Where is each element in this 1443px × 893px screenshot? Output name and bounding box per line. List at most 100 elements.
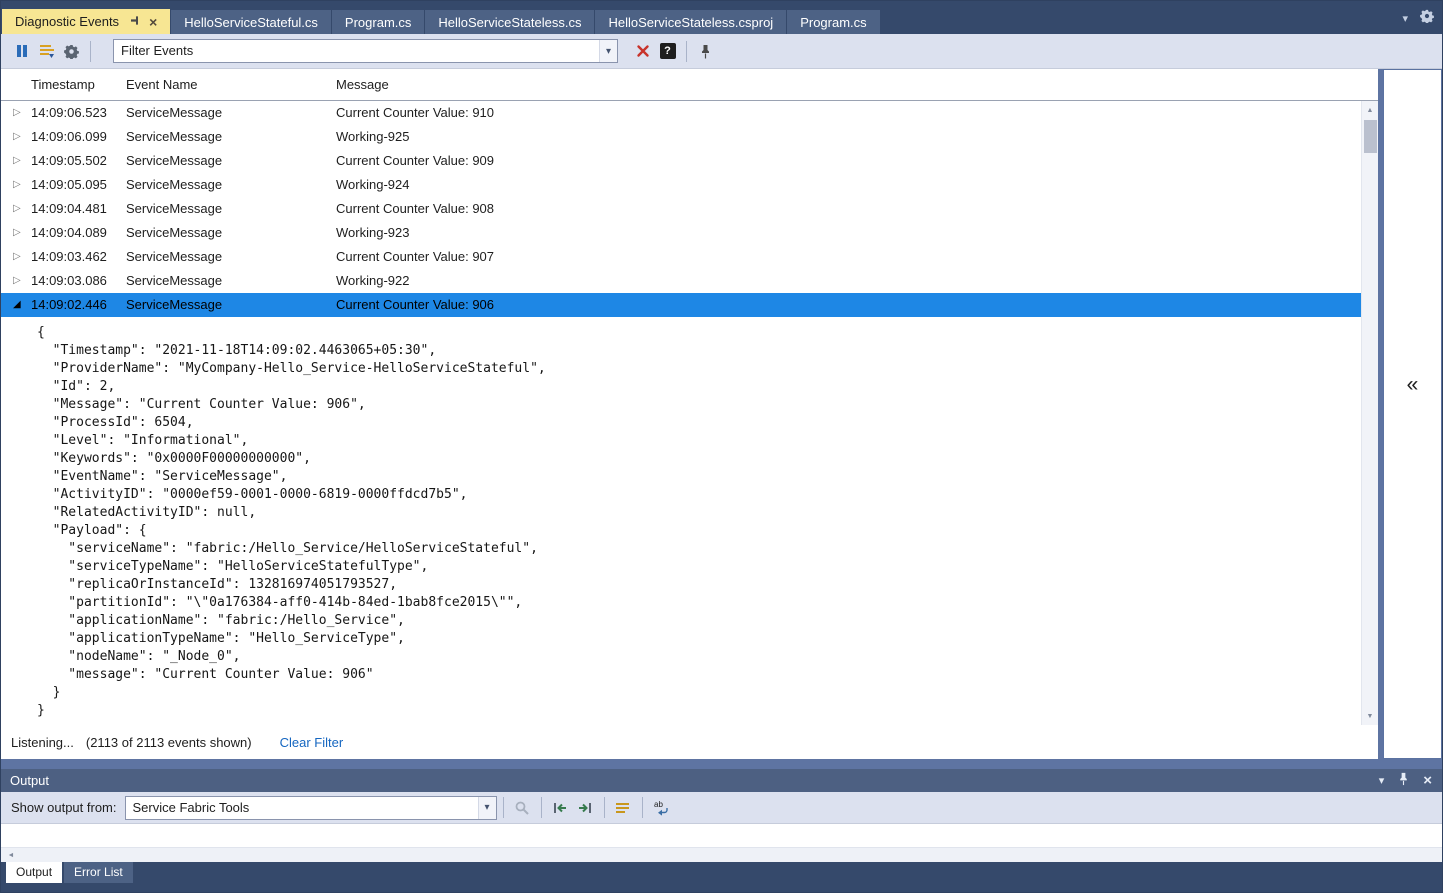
event-message: Working-925 <box>336 125 409 149</box>
event-name: ServiceMessage <box>126 269 222 293</box>
tab-list-chevron-icon[interactable]: ▾ <box>1402 12 1408 25</box>
event-row[interactable]: ▷ ◢ 14:09:04.481 ServiceMessage Current … <box>1 197 1361 221</box>
event-detail-json-line: "applicationName": "fabric:/Hello_Servic… <box>37 612 1361 630</box>
event-row[interactable]: ▷ ◢ 14:09:02.446 ServiceMessage Current … <box>1 293 1361 317</box>
row-expander[interactable]: ▷ ◢ <box>13 173 21 197</box>
row-expander[interactable]: ▷ ◢ <box>13 221 21 245</box>
event-name: ServiceMessage <box>126 173 222 197</box>
scroll-down-button[interactable]: ▼ <box>1362 708 1378 724</box>
find-message-button[interactable] <box>510 795 535 820</box>
visual-studio-window: Diagnostic Events × HelloServiceStateful… <box>0 0 1443 893</box>
panel-tab[interactable]: Error List <box>64 862 133 883</box>
row-expander[interactable]: ▷ ◢ <box>13 245 21 269</box>
clear-events-button[interactable] <box>34 39 59 64</box>
event-message: Current Counter Value: 908 <box>336 197 494 221</box>
row-expander[interactable]: ▷ ◢ <box>13 269 21 293</box>
column-header-message[interactable]: Message <box>336 69 389 101</box>
expander-collapsed-icon: ▷ <box>13 275 21 286</box>
document-tab[interactable]: HelloServiceStateless.csproj <box>595 10 786 34</box>
clear-filter-button[interactable] <box>630 39 655 64</box>
window-position-chevron-icon[interactable]: ▾ <box>1379 774 1385 787</box>
events-vertical-scrollbar[interactable]: ▲ ▼ <box>1361 101 1378 725</box>
event-row[interactable]: ▷ ◢ 14:09:03.462 ServiceMessage Current … <box>1 245 1361 269</box>
event-message: Current Counter Value: 910 <box>336 101 494 125</box>
output-source-dropdown-button[interactable]: ▾ <box>478 797 496 819</box>
collapsed-side-panel: « <box>1383 69 1442 759</box>
filter-dropdown-button[interactable]: ▾ <box>599 40 617 62</box>
event-detail-json-line: { <box>37 324 1361 342</box>
document-tab[interactable]: Diagnostic Events × <box>2 9 170 34</box>
scrollbar-thumb[interactable] <box>1364 120 1377 153</box>
diagnostic-events-toolbar: Filter Events ▾ ? <box>1 34 1442 69</box>
events-list: ▷ ◢ 14:09:06.523 ServiceMessage Current … <box>1 101 1361 317</box>
settings-button[interactable] <box>59 39 84 64</box>
output-source-combobox[interactable]: Service Fabric Tools ▾ <box>125 796 497 820</box>
document-tab[interactable]: Program.cs <box>787 10 879 34</box>
event-detail-json-line: "replicaOrInstanceId": 13281697405179352… <box>37 576 1361 594</box>
close-tab-icon[interactable]: × <box>149 15 157 29</box>
clear-filter-link[interactable]: Clear Filter <box>280 735 344 750</box>
gear-icon <box>64 44 79 59</box>
auto-hide-pin-icon[interactable] <box>1398 772 1409 789</box>
output-source-value[interactable]: Service Fabric Tools <box>126 797 478 819</box>
expander-collapsed-icon: ▷ <box>13 131 21 142</box>
previous-message-icon <box>552 800 568 816</box>
toggle-word-wrap-button[interactable]: ab <box>649 795 674 820</box>
next-message-button[interactable] <box>573 795 598 820</box>
event-timestamp: 14:09:06.523 <box>31 101 107 125</box>
event-row[interactable]: ▷ ◢ 14:09:03.086 ServiceMessage Working-… <box>1 269 1361 293</box>
event-timestamp: 14:09:03.086 <box>31 269 107 293</box>
document-tab[interactable]: HelloServiceStateless.cs <box>425 10 594 34</box>
pin-tab-icon[interactable] <box>129 14 142 30</box>
row-expander[interactable]: ▷ ◢ <box>13 293 21 317</box>
event-row[interactable]: ▷ ◢ 14:09:05.095 ServiceMessage Working-… <box>1 173 1361 197</box>
scroll-up-button[interactable]: ▲ <box>1362 102 1378 118</box>
show-output-from-label: Show output from: <box>11 800 117 815</box>
horizontal-splitter[interactable] <box>1 759 1442 769</box>
event-detail-json-line: "nodeName": "_Node_0", <box>37 648 1361 666</box>
output-panel-title: Output <box>10 769 49 792</box>
output-title-bar[interactable]: Output ▾ × <box>1 769 1442 792</box>
help-button[interactable]: ? <box>655 39 680 64</box>
row-expander[interactable]: ▷ ◢ <box>13 197 21 221</box>
scroll-left-button[interactable]: ◄ <box>3 848 19 862</box>
row-expander[interactable]: ▷ ◢ <box>13 101 21 125</box>
chevron-down-icon: ▾ <box>484 802 489 813</box>
previous-message-button[interactable] <box>548 795 573 820</box>
clear-all-output-button[interactable] <box>611 795 636 820</box>
panel-tab-label: Output <box>16 865 52 879</box>
document-tab[interactable]: HelloServiceStateful.cs <box>171 10 331 34</box>
event-row[interactable]: ▷ ◢ 14:09:04.089 ServiceMessage Working-… <box>1 221 1361 245</box>
event-name: ServiceMessage <box>126 293 222 317</box>
output-panel: Output ▾ × Show output from: Service Fab… <box>1 769 1442 862</box>
document-tab-label: Program.cs <box>800 15 866 30</box>
filter-events-value[interactable]: Filter Events <box>114 40 599 62</box>
column-header-event-name[interactable]: Event Name <box>126 69 198 101</box>
output-horizontal-scrollbar[interactable]: ◄ <box>1 847 1442 862</box>
event-row[interactable]: ▷ ◢ 14:09:05.502 ServiceMessage Current … <box>1 149 1361 173</box>
row-expander[interactable]: ▷ ◢ <box>13 149 21 173</box>
pause-button[interactable] <box>9 39 34 64</box>
event-detail-json: { "Timestamp": "2021-11-18T14:09:02.4463… <box>1 317 1361 725</box>
event-timestamp: 14:09:05.095 <box>31 173 107 197</box>
row-expander[interactable]: ▷ ◢ <box>13 125 21 149</box>
filter-events-combobox[interactable]: Filter Events ▾ <box>113 39 618 63</box>
toolbar-separator <box>90 41 91 62</box>
gear-icon[interactable] <box>1420 9 1434 28</box>
output-content[interactable] <box>1 824 1442 847</box>
expander-collapsed-icon: ▷ <box>13 179 21 190</box>
word-wrap-icon: ab <box>653 800 670 816</box>
expand-panel-button[interactable]: « <box>1407 373 1419 397</box>
event-row[interactable]: ▷ ◢ 14:09:06.523 ServiceMessage Current … <box>1 101 1361 125</box>
events-table-header: Timestamp Event Name Message <box>1 69 1378 101</box>
event-message: Current Counter Value: 906 <box>336 293 494 317</box>
clear-events-icon <box>39 43 55 59</box>
event-name: ServiceMessage <box>126 125 222 149</box>
close-panel-icon[interactable]: × <box>1423 773 1432 788</box>
panel-tab[interactable]: Output <box>6 862 62 883</box>
event-detail-json-line: "ActivityID": "0000ef59-0001-0000-6819-0… <box>37 486 1361 504</box>
column-header-timestamp[interactable]: Timestamp <box>31 69 95 101</box>
event-row[interactable]: ▷ ◢ 14:09:06.099 ServiceMessage Working-… <box>1 125 1361 149</box>
document-tab[interactable]: Program.cs <box>332 10 424 34</box>
pin-toolbar-button[interactable] <box>693 39 718 64</box>
